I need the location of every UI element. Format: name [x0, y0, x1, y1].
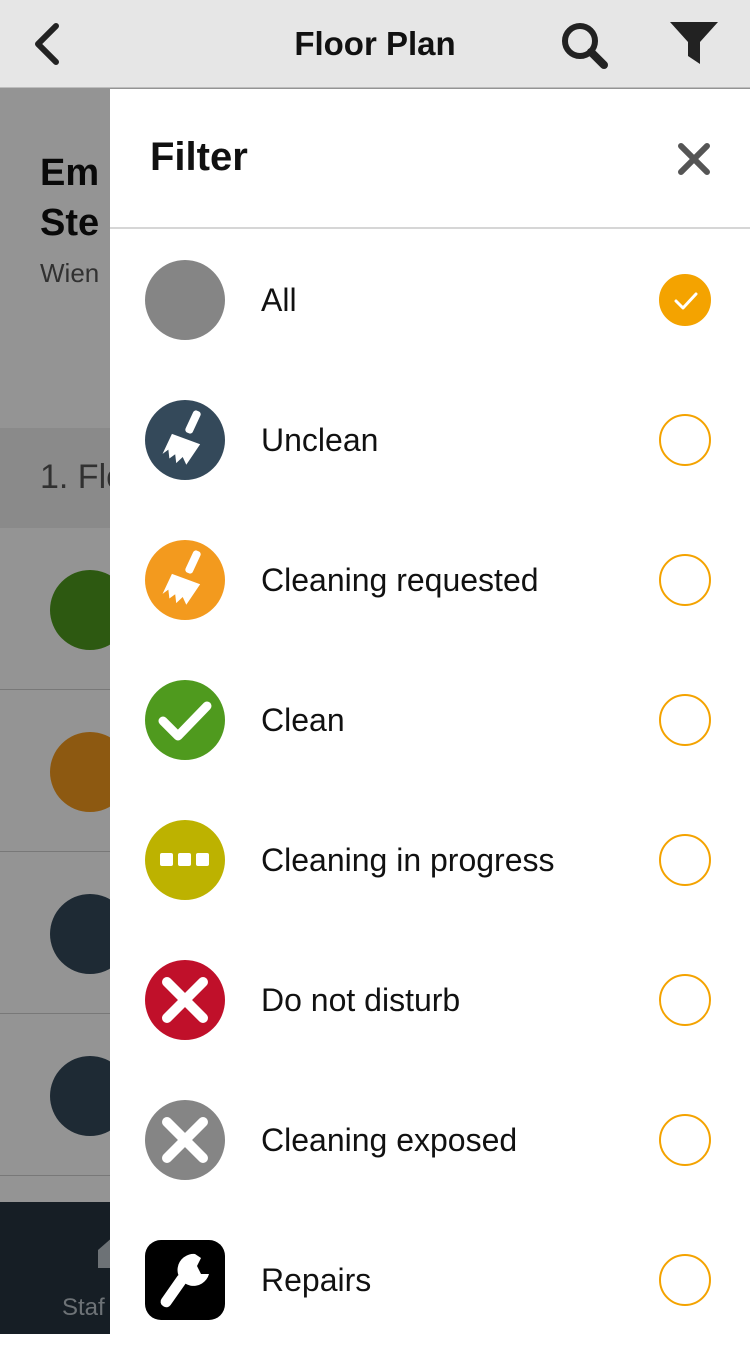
filter-item-label: Unclean [261, 422, 379, 458]
checkmark-icon [674, 292, 698, 310]
wrench-icon [145, 1240, 225, 1320]
filter-item-unclean[interactable]: Unclean [110, 370, 750, 510]
filter-title: Filter [150, 135, 248, 179]
close-icon[interactable] [676, 141, 712, 177]
filter-icon[interactable] [666, 18, 722, 70]
filter-radio-checked[interactable] [659, 274, 711, 326]
broom-icon [145, 540, 225, 620]
broom-icon [145, 400, 225, 480]
x-icon [145, 960, 225, 1040]
filter-panel: Filter All Unclean Cleaning requested Cl… [110, 89, 750, 1334]
filter-item-repairs[interactable]: Repairs [110, 1210, 750, 1350]
ellipsis-icon [145, 820, 225, 900]
page-title: Floor Plan [294, 25, 456, 62]
filter-item-label: All [261, 282, 297, 318]
filter-item-all[interactable]: All [110, 230, 750, 370]
filter-item-label: Repairs [261, 1262, 372, 1298]
filter-item-label: Cleaning in progress [261, 842, 555, 878]
filter-header: Filter [110, 89, 750, 229]
filter-radio[interactable] [659, 414, 711, 466]
filter-item-label: Cleaning exposed [261, 1122, 518, 1158]
filter-radio[interactable] [659, 974, 711, 1026]
gray-dot-icon [145, 260, 225, 340]
filter-item-label: Do not disturb [261, 982, 461, 1018]
filter-item-do-not-disturb[interactable]: Do not disturb [110, 930, 750, 1070]
filter-item-label: Cleaning requested [261, 562, 539, 598]
filter-radio[interactable] [659, 694, 711, 746]
search-icon[interactable] [558, 20, 614, 70]
filter-item-cleaning-requested[interactable]: Cleaning requested [110, 510, 750, 650]
filter-item-cleaning-exposed[interactable]: Cleaning exposed [110, 1070, 750, 1210]
filter-item-label: Clean [261, 702, 345, 738]
filter-radio[interactable] [659, 554, 711, 606]
filter-radio[interactable] [659, 834, 711, 886]
nav-bar: Floor Plan [0, 0, 750, 88]
filter-item-cleaning-in-progress[interactable]: Cleaning in progress [110, 790, 750, 930]
filter-radio[interactable] [659, 1254, 711, 1306]
x-icon [145, 1100, 225, 1180]
checkmark-icon [145, 680, 225, 760]
filter-item-clean[interactable]: Clean [110, 650, 750, 790]
filter-radio[interactable] [659, 1114, 711, 1166]
